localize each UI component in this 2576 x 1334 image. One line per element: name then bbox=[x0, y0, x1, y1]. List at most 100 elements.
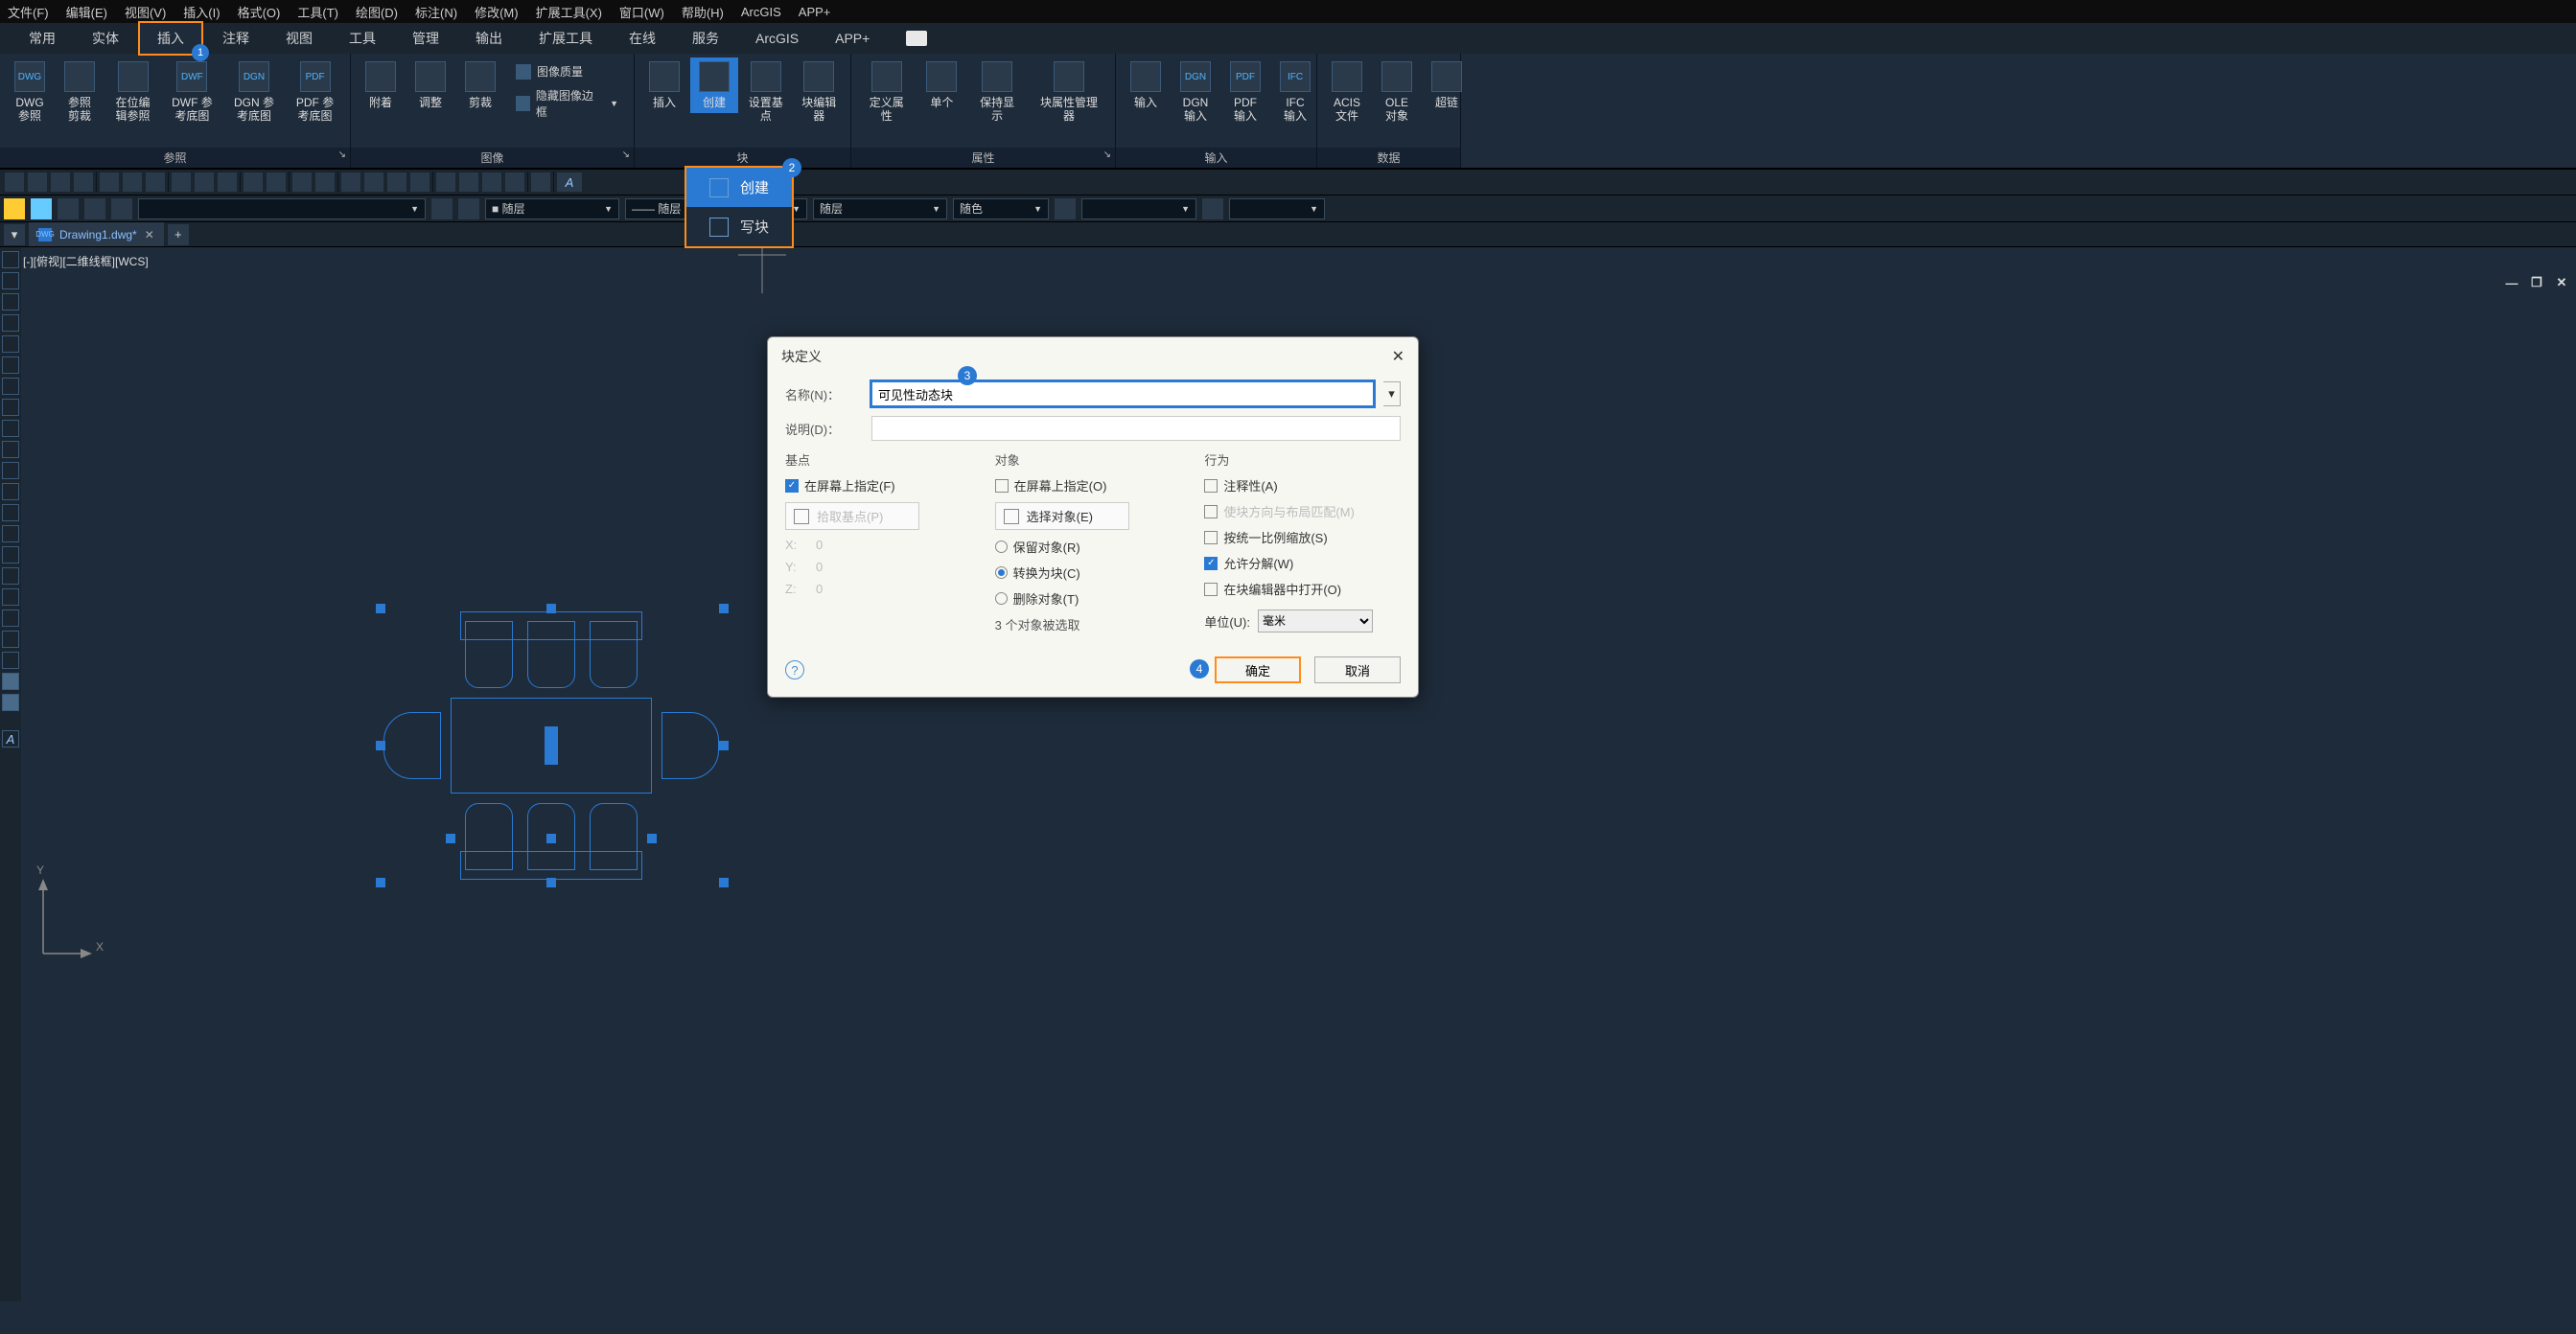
qat-saveas[interactable] bbox=[73, 172, 94, 193]
tool-polyline[interactable] bbox=[2, 272, 19, 289]
btn-ifc-import[interactable]: IFCIFC 输入 bbox=[1271, 58, 1319, 127]
selection-grip[interactable] bbox=[376, 604, 385, 613]
menu-view[interactable]: 视图(V) bbox=[125, 3, 166, 21]
tool-ellipse-arc[interactable] bbox=[2, 483, 19, 500]
btn-pdf-import[interactable]: PDFPDF 输入 bbox=[1221, 58, 1269, 127]
panel-launcher-icon[interactable]: ↘ bbox=[1103, 150, 1111, 160]
btn-ole[interactable]: OLE 对象 bbox=[1373, 58, 1421, 127]
btn-pdf-underlay[interactable]: PDFPDF 参 考底图 bbox=[286, 58, 344, 127]
btn-attr-manager[interactable]: 块属性管理器 bbox=[1029, 58, 1109, 127]
tool-donut[interactable] bbox=[2, 504, 19, 521]
menu-edit[interactable]: 编辑(E) bbox=[66, 3, 107, 21]
btn-acis[interactable]: ACIS 文件 bbox=[1323, 58, 1371, 127]
tool-circle[interactable] bbox=[2, 420, 19, 437]
ribbon-tab-home[interactable]: 常用 bbox=[12, 23, 73, 54]
qat-undo[interactable] bbox=[291, 172, 313, 193]
chk-specify-basepoint-onscreen[interactable]: ✓ 在屏幕上指定(F) bbox=[785, 476, 982, 494]
qat-copy[interactable] bbox=[194, 172, 215, 193]
qat-design-center[interactable] bbox=[504, 172, 525, 193]
chk-allow-explode[interactable]: ✓允许分解(W) bbox=[1204, 554, 1401, 572]
ok-button[interactable]: 确定 bbox=[1215, 656, 1301, 683]
dropdown-item-create[interactable]: 创建 bbox=[686, 168, 792, 207]
help-icon[interactable]: ? bbox=[785, 660, 804, 679]
radio-convert[interactable]: 转换为块(C) bbox=[995, 564, 1192, 582]
qat-text[interactable]: A bbox=[556, 172, 583, 193]
qat-paste[interactable] bbox=[217, 172, 238, 193]
selection-grip[interactable] bbox=[546, 834, 556, 843]
tool-extra[interactable]: A bbox=[2, 730, 19, 748]
layer-tool-1[interactable] bbox=[431, 198, 453, 219]
tool-table[interactable] bbox=[2, 652, 19, 669]
tool-gradient[interactable] bbox=[2, 610, 19, 627]
menu-file[interactable]: 文件(F) bbox=[8, 3, 49, 21]
block-name-input[interactable] bbox=[871, 381, 1374, 406]
panel-launcher-icon[interactable]: ↘ bbox=[622, 150, 630, 160]
menu-tools[interactable]: 工具(T) bbox=[297, 3, 338, 21]
qat-preview[interactable] bbox=[122, 172, 143, 193]
btn-dwf-underlay[interactable]: DWFDWF 参 考底图 bbox=[162, 58, 222, 127]
ribbon-tab-annotate[interactable]: 注释 bbox=[205, 23, 267, 54]
selection-grip[interactable] bbox=[719, 741, 729, 750]
tool-ellipse[interactable] bbox=[2, 462, 19, 479]
tool-polygon[interactable] bbox=[2, 378, 19, 395]
btn-block-editor[interactable]: 块编辑器 bbox=[794, 58, 846, 127]
btn-dgn-underlay[interactable]: DGNDGN 参 考底图 bbox=[224, 58, 284, 127]
menu-appplus[interactable]: APP+ bbox=[799, 5, 831, 19]
menu-express[interactable]: 扩展工具(X) bbox=[536, 3, 602, 21]
btn-xref-clip[interactable]: 参照剪裁 bbox=[56, 58, 104, 127]
new-tab-button[interactable]: + bbox=[168, 224, 189, 245]
layer-misc-icon[interactable] bbox=[58, 198, 79, 219]
tool-mtext[interactable] bbox=[2, 694, 19, 711]
qat-redo[interactable] bbox=[314, 172, 336, 193]
panel-launcher-icon[interactable]: ↘ bbox=[338, 150, 346, 160]
layer-select[interactable]: ▼ bbox=[138, 198, 426, 219]
name-dropdown-arrow[interactable]: ▾ bbox=[1383, 381, 1401, 406]
menu-help[interactable]: 帮助(H) bbox=[682, 3, 724, 21]
tool-block-insert[interactable] bbox=[2, 546, 19, 564]
ribbon-tab-output[interactable]: 输出 bbox=[458, 23, 520, 54]
dialog-close-icon[interactable]: ✕ bbox=[1392, 347, 1404, 366]
menu-insert[interactable]: 插入(I) bbox=[183, 3, 220, 21]
btn-define-attr[interactable]: 定义属性 bbox=[857, 58, 916, 127]
close-tab-icon[interactable]: ✕ bbox=[145, 228, 154, 242]
btn-block-create[interactable]: 创建 bbox=[690, 58, 738, 113]
btn-import[interactable]: 输入 bbox=[1122, 58, 1170, 113]
qat-open[interactable] bbox=[27, 172, 48, 193]
btn-single-attr[interactable]: 单个 bbox=[917, 58, 965, 113]
qat-props[interactable] bbox=[435, 172, 456, 193]
qat-new[interactable] bbox=[4, 172, 25, 193]
color-select[interactable]: ■ 随层▼ bbox=[485, 198, 619, 219]
tool-line[interactable] bbox=[2, 251, 19, 268]
selection-grip[interactable] bbox=[446, 834, 455, 843]
block-desc-input[interactable] bbox=[871, 416, 1401, 441]
selection-grip[interactable] bbox=[647, 834, 657, 843]
qat-find[interactable] bbox=[145, 172, 166, 193]
ribbon-tab-express[interactable]: 扩展工具 bbox=[522, 23, 610, 54]
selection-grip[interactable] bbox=[376, 741, 385, 750]
chk-annotative[interactable]: 注释性(A) bbox=[1204, 476, 1401, 494]
selection-grip[interactable] bbox=[546, 604, 556, 613]
tool-hatch[interactable] bbox=[2, 588, 19, 606]
btn-dwg-xref[interactable]: DWGDWG 参照 bbox=[6, 58, 54, 127]
tool-block-create[interactable] bbox=[2, 567, 19, 585]
tool-spline[interactable] bbox=[2, 441, 19, 458]
qat-zoom-win[interactable] bbox=[409, 172, 430, 193]
ribbon-tab-service[interactable]: 服务 bbox=[675, 23, 736, 54]
maximize-icon[interactable]: ❐ bbox=[2528, 274, 2545, 291]
layer-tool-4[interactable] bbox=[1202, 198, 1223, 219]
ribbon-tab-tools[interactable]: 工具 bbox=[332, 23, 393, 54]
chk-open-in-editor[interactable]: 在块编辑器中打开(O) bbox=[1204, 580, 1401, 598]
tool-multiline[interactable] bbox=[2, 335, 19, 353]
selection-grip[interactable] bbox=[719, 878, 729, 887]
layer-state-icon[interactable] bbox=[4, 198, 25, 219]
btn-adjust-image[interactable]: 调整 bbox=[406, 58, 454, 113]
btn-pick-basepoint[interactable]: 拾取基点(P) bbox=[785, 502, 919, 530]
ribbon-tab-camera[interactable] bbox=[889, 25, 944, 52]
ribbon-tab-online[interactable]: 在线 bbox=[612, 23, 673, 54]
qat-zoom-ext[interactable] bbox=[386, 172, 407, 193]
qat-pan[interactable] bbox=[340, 172, 361, 193]
dropdown-item-wblock[interactable]: 写块 bbox=[686, 207, 792, 246]
chk-uniform-scale[interactable]: 按统一比例缩放(S) bbox=[1204, 528, 1401, 546]
ribbon-tab-view[interactable]: 视图 bbox=[268, 23, 330, 54]
ribbon-tab-manage[interactable]: 管理 bbox=[395, 23, 456, 54]
